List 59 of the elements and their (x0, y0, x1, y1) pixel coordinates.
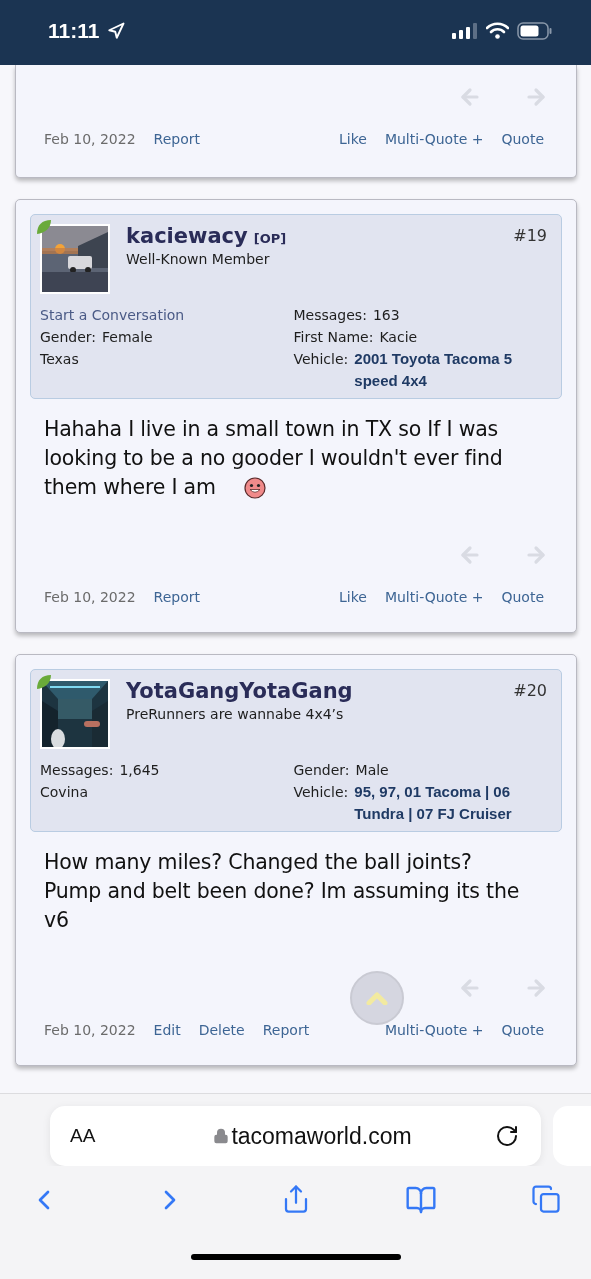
field-label: Messages: (40, 761, 114, 779)
tabs-icon[interactable] (531, 1184, 561, 1214)
status-time: 11:11 (48, 18, 100, 43)
post-text: How many miles? Changed the ball joints? Pump and belt been done? Im assuming its the v6 (44, 849, 521, 934)
field-value: 163 (372, 306, 400, 324)
post-number[interactable]: #20 (513, 679, 547, 749)
field-label: Vehicle: (293, 350, 349, 369)
post-action-link[interactable]: Report (262, 1022, 310, 1038)
field-value: Female (102, 328, 153, 346)
post-action-link[interactable]: Multi-Quote + (384, 589, 484, 605)
post-action-link[interactable]: Edit (153, 1022, 181, 1038)
location-arrow-icon (107, 21, 126, 40)
post-action-link[interactable]: Like (339, 589, 367, 605)
scroll-to-top-button[interactable] (350, 971, 404, 1025)
post-date: Feb 10, 2022 (44, 589, 136, 605)
field-label: Gender: (293, 761, 350, 779)
text-size-button[interactable]: AA (70, 1125, 130, 1147)
field-value: 1,645 (119, 761, 160, 779)
field-value: Male (355, 761, 389, 779)
signal-icon (452, 22, 478, 39)
post-action-link[interactable]: Delete (198, 1022, 245, 1038)
field-label: Gender: (40, 328, 97, 346)
vehicle-value: 2001 Toyota Tacoma 5 speed 4x4 (354, 349, 514, 391)
post-number[interactable]: #19 (513, 224, 547, 294)
address-bar[interactable]: AA tacomaworld.com (50, 1106, 541, 1166)
post-action-link[interactable]: Report (153, 589, 200, 605)
post-action-link[interactable]: Report (153, 131, 200, 147)
book-icon[interactable] (404, 1184, 437, 1216)
post-action-link[interactable]: Multi-Quote + (384, 1022, 484, 1038)
field-value: Kacie (379, 328, 418, 346)
username[interactable]: YotaGangYotaGang (126, 679, 353, 703)
location-text: Texas (40, 350, 80, 368)
leaf-icon (36, 219, 52, 235)
post-text: Hahaha I live in a small town in TX so If I was looking to be a no gooder I wouldn't ever find them where I am (44, 416, 504, 501)
username[interactable]: kaciewacy (126, 224, 248, 248)
url-text: tacomaworld.com (231, 1122, 412, 1150)
post-action-link[interactable]: Quote (501, 589, 544, 605)
smiley-icon (243, 477, 266, 499)
post-action-link[interactable]: Quote (501, 131, 544, 147)
vehicle-value: 95, 97, 01 Tacoma | 06 Tundra | 07 FJ Cruiser (354, 782, 513, 824)
op-label: [OP] (253, 231, 287, 246)
field-label: First Name: (293, 328, 374, 346)
lock-icon (213, 1128, 230, 1144)
post-action-link[interactable]: Like (339, 131, 367, 147)
post-action-link[interactable]: Multi-Quote + (384, 131, 484, 147)
post-date: Feb 10, 2022 (44, 131, 136, 147)
start-conversation-link[interactable]: Start a Conversation (40, 306, 294, 324)
user-title: PreRunners are wannabe 4x4’s (126, 706, 345, 722)
reload-icon[interactable] (495, 1124, 519, 1148)
post-date: Feb 10, 2022 (44, 1022, 136, 1038)
field-label: Messages: (293, 306, 367, 324)
post-action-link[interactable]: Quote (501, 1022, 544, 1038)
location-text: Covina (40, 783, 89, 801)
battery-icon (517, 21, 553, 40)
field-label: Vehicle: (293, 783, 349, 802)
leaf-icon (36, 674, 52, 690)
wifi-icon (486, 22, 509, 39)
chevron-up-icon[interactable] (366, 991, 388, 1005)
user-title: Well-Known Member (126, 251, 271, 267)
